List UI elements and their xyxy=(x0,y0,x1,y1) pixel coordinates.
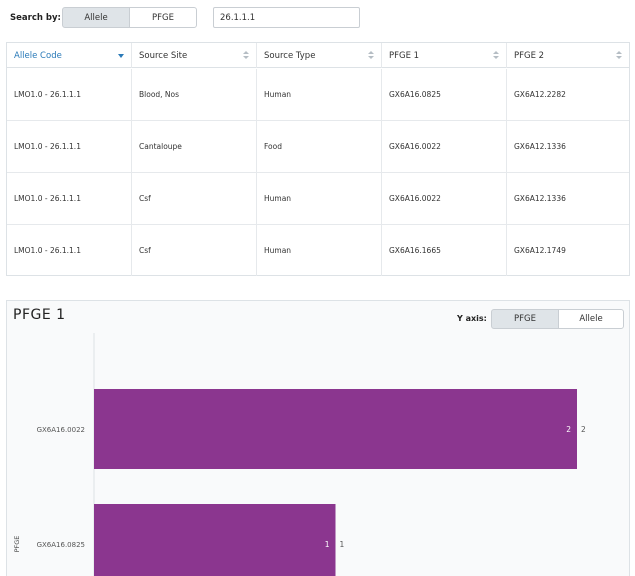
column-header-label: Source Type xyxy=(264,50,316,61)
column-header-label: PFGE 1 xyxy=(389,50,420,61)
column-header-pfge-2[interactable]: PFGE 2 xyxy=(507,43,629,68)
bar-value-label: 2 xyxy=(581,425,586,434)
table-row[interactable]: LMO1.0 - 26.1.1.1 Csf Human GX6A16.0022 … xyxy=(7,173,629,225)
sort-icon xyxy=(243,51,249,61)
table-row[interactable]: LMO1.0 - 26.1.1.1 Csf Human GX6A16.1665 … xyxy=(7,225,629,277)
bar-value-label: 1 xyxy=(325,540,330,549)
table-header: Allele Code Source Site Source Type PFGE… xyxy=(7,43,629,68)
cell-source-type: Human xyxy=(257,225,382,276)
column-header-source-site[interactable]: Source Site xyxy=(132,43,257,68)
search-bar: Search by: Allele PFGE xyxy=(0,0,635,38)
bar xyxy=(94,389,577,469)
y-tick-label: GX6A16.0825 xyxy=(37,541,85,549)
table-row[interactable]: LMO1.0 - 26.1.1.1 Cantaloupe Food GX6A16… xyxy=(7,121,629,173)
sort-icon xyxy=(368,51,374,61)
cell-source-site: Csf xyxy=(132,173,257,224)
y-axis-pfge-button[interactable]: PFGE xyxy=(491,309,559,329)
cell-pfge-2: GX6A12.2282 xyxy=(514,90,566,99)
cell-pfge-1: GX6A16.0825 xyxy=(382,69,507,120)
chart-title: PFGE 1 xyxy=(13,307,66,323)
cell-allele-code: LMO1.0 - 26.1.1.1 xyxy=(7,225,132,276)
bar-value-label: 1 xyxy=(340,540,345,549)
cell-source-site: Csf xyxy=(132,225,257,276)
cell-pfge-1: GX6A16.0022 xyxy=(382,173,507,224)
table-row[interactable]: LMO1.0 - 26.1.1.1 Blood, Nos Human GX6A1… xyxy=(7,69,629,121)
column-header-pfge-1[interactable]: PFGE 1 xyxy=(382,43,507,68)
cell-pfge-2: GX6A12.1336 xyxy=(514,194,566,203)
column-header-source-type[interactable]: Source Type xyxy=(257,43,382,68)
y-tick-label: GX6A16.0022 xyxy=(37,426,85,434)
search-input[interactable] xyxy=(213,7,360,28)
cell-source-site: Blood, Nos xyxy=(132,69,257,120)
y-axis-title: PFGE xyxy=(13,536,21,553)
cell-source-type: Food xyxy=(257,121,382,172)
bar-chart: GX6A16.0022 2 2 GX6A16.0825 1 1 PFGE xyxy=(13,333,586,576)
cell-allele-code: LMO1.0 - 26.1.1.1 xyxy=(7,121,132,172)
column-header-label: Source Site xyxy=(139,50,188,61)
cell-allele-code: LMO1.0 - 26.1.1.1 xyxy=(7,173,132,224)
bar-value-label: 2 xyxy=(566,425,571,434)
cell-source-type: Human xyxy=(257,173,382,224)
cell-allele-code: LMO1.0 - 26.1.1.1 xyxy=(7,69,132,120)
cell-source-site: Cantaloupe xyxy=(132,121,257,172)
chart-panel: PFGE 1 Y axis: PFGE Allele GX6A16.0022 2 2… xyxy=(6,300,630,576)
cell-source-type: Human xyxy=(257,69,382,120)
column-header-label: Allele Code xyxy=(14,50,62,61)
cell-pfge-2: GX6A12.1336 xyxy=(514,142,566,151)
search-by-pfge-button[interactable]: PFGE xyxy=(129,7,197,28)
sort-icon xyxy=(493,51,499,61)
y-axis-allele-button[interactable]: Allele xyxy=(558,309,624,329)
sort-icon xyxy=(616,51,622,61)
column-header-label: PFGE 2 xyxy=(514,50,545,61)
cell-pfge-2: GX6A12.1749 xyxy=(514,246,566,255)
y-axis-toggle-label: Y axis: xyxy=(457,314,487,323)
sort-descending-icon xyxy=(118,54,124,58)
bar xyxy=(94,504,336,576)
search-by-label: Search by: xyxy=(10,13,61,23)
search-by-allele-button[interactable]: Allele xyxy=(62,7,130,28)
cell-pfge-1: GX6A16.0022 xyxy=(382,121,507,172)
results-table: Allele Code Source Site Source Type PFGE… xyxy=(6,42,630,276)
cell-pfge-1: GX6A16.1665 xyxy=(382,225,507,276)
column-header-allele-code[interactable]: Allele Code xyxy=(7,43,132,68)
